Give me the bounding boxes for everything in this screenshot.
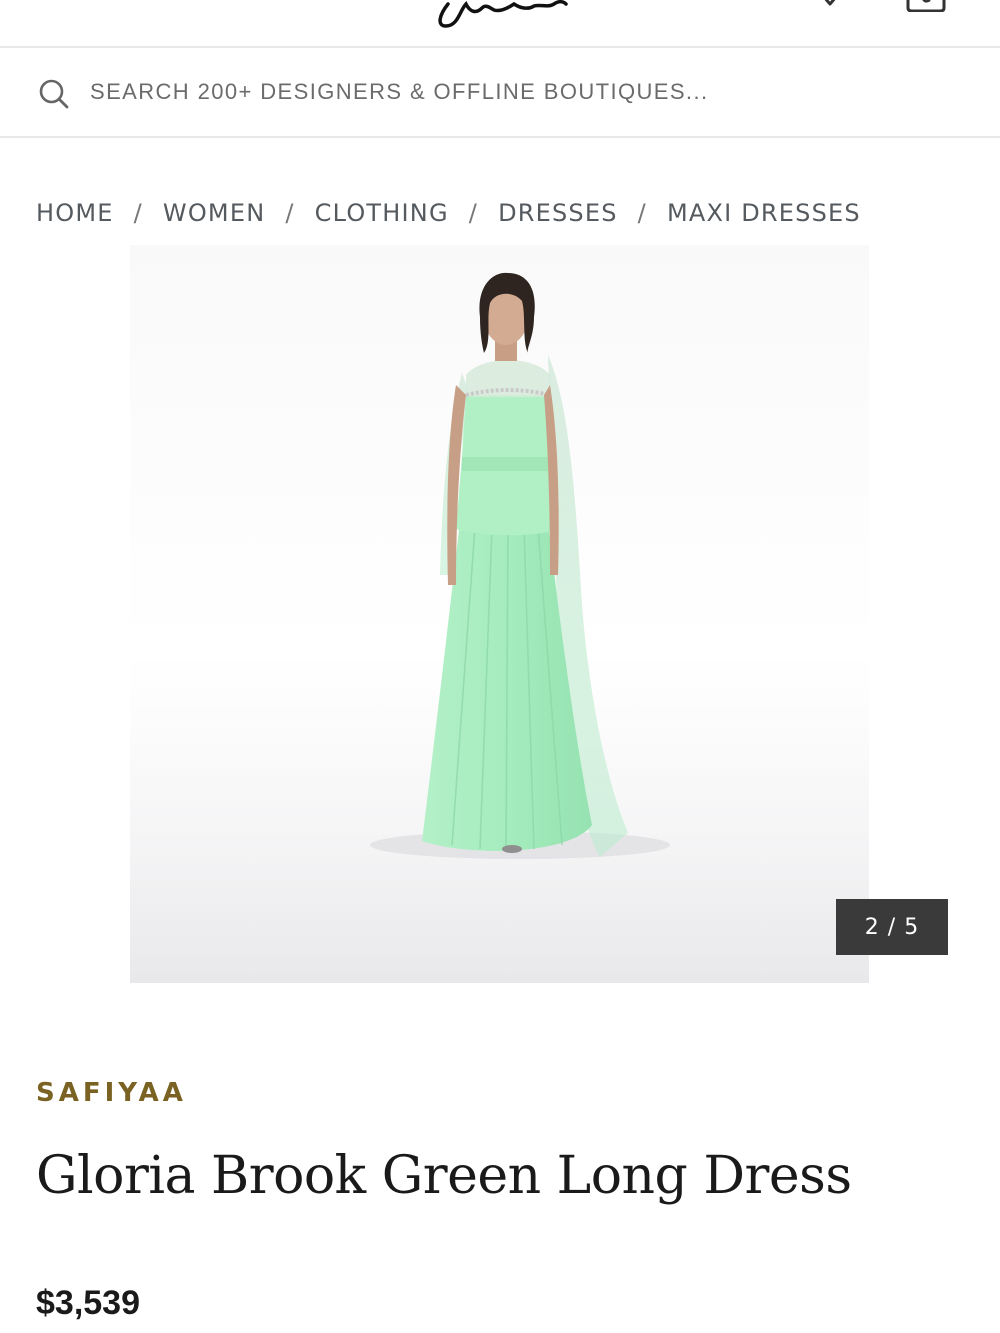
model-in-dress-illustration [130,272,869,983]
search-bar [0,48,1000,138]
breadcrumb-separator: / [468,199,479,227]
product-brand[interactable]: SAFIYAA [36,1078,187,1108]
product-image[interactable] [130,245,869,983]
breadcrumb-separator: / [285,199,295,227]
breadcrumb-maxi-dresses[interactable]: MAXI DRESSES [667,199,861,227]
shopping-bag-icon[interactable] [904,0,948,12]
site-logo[interactable] [430,0,570,28]
product-title: Gloria Brook Green Long Dress [36,1146,852,1206]
breadcrumb-separator: / [133,199,143,227]
hamburger-menu-icon[interactable] [40,0,80,2]
heart-icon[interactable] [816,0,844,10]
breadcrumb-separator: / [637,199,647,227]
search-input[interactable] [90,74,950,110]
search-icon[interactable] [38,78,70,110]
breadcrumb-dresses[interactable]: DRESSES [498,199,618,227]
product-price: $3,539 [36,1284,140,1322]
breadcrumb: HOME / WOMEN / CLOTHING / DRESSES / MAXI… [36,196,861,230]
breadcrumb-home[interactable]: HOME [36,199,114,227]
breadcrumb-clothing[interactable]: CLOTHING [315,199,449,227]
breadcrumb-women[interactable]: WOMEN [163,199,265,227]
image-counter: 2 / 5 [836,899,948,955]
site-header [0,0,1000,48]
